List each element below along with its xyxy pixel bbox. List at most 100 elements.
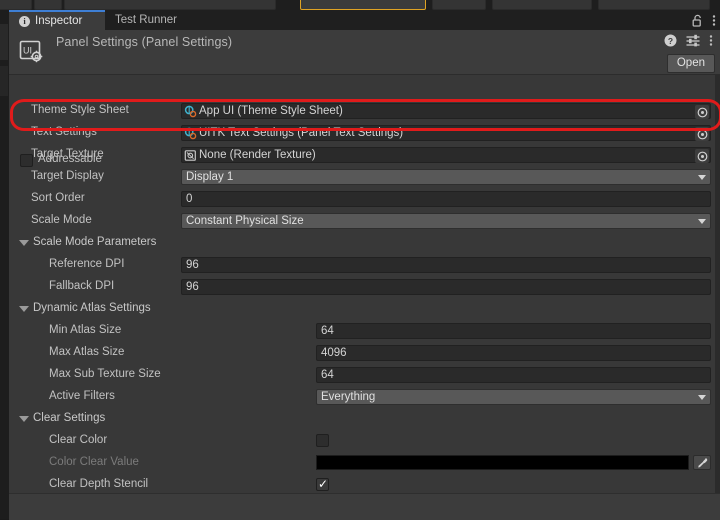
field-label: Theme Style Sheet: [31, 104, 129, 116]
max-atlas-size-input[interactable]: 4096: [316, 345, 711, 361]
unity-inspector-window: i Inspector Test Runner UI Panel Setting…: [0, 0, 720, 520]
field-value: App UI (Theme Style Sheet): [199, 105, 343, 117]
section-header-dynamic-atlas-settings[interactable]: Dynamic Atlas Settings: [9, 301, 715, 319]
field-label: Clear Depth Stencil: [49, 478, 149, 490]
field-row-min-atlas-size: Min Atlas Size 64: [9, 323, 715, 341]
min-atlas-size-input[interactable]: 64: [316, 323, 711, 339]
svg-text:?: ?: [668, 36, 673, 46]
info-icon: i: [19, 15, 30, 27]
field-value: None (Render Texture): [199, 149, 316, 161]
max-sub-texture-size-input[interactable]: 64: [316, 367, 711, 383]
sliver-segment: [0, 0, 32, 10]
active-filters-dropdown[interactable]: Everything: [316, 389, 711, 405]
kebab-menu-icon[interactable]: [709, 34, 713, 47]
inspector-body: Addressable Theme Style Sheet App UI (Th…: [9, 74, 720, 520]
sliver-segment: [492, 0, 592, 10]
tab-test-runner[interactable]: Test Runner: [105, 10, 201, 30]
field-label: Scale Mode: [31, 214, 92, 226]
scrollbar-track[interactable]: [715, 75, 720, 520]
text-settings-object-field[interactable]: UITK Text Settings (Panel Text Settings): [181, 125, 711, 141]
field-label: Max Sub Texture Size: [49, 368, 161, 380]
field-label: Sort Order: [31, 192, 85, 204]
scale-mode-dropdown[interactable]: Constant Physical Size: [181, 213, 711, 229]
tab-inspector-label: Inspector: [35, 15, 83, 27]
sliver-segment: [34, 0, 62, 10]
field-row-target-texture: Target Texture None (Render Texture): [9, 147, 715, 165]
header-actions: ?: [664, 34, 713, 47]
lock-icon[interactable]: [692, 14, 703, 27]
target-display-dropdown[interactable]: Display 1: [181, 169, 711, 185]
object-picker-icon[interactable]: [695, 105, 709, 119]
render-texture-icon: [184, 149, 197, 162]
object-picker-icon[interactable]: [695, 149, 709, 163]
field-row-fallback-dpi: Fallback DPI 96: [9, 279, 715, 297]
fallback-dpi-input[interactable]: 96: [181, 279, 711, 295]
field-value: 64: [321, 369, 334, 381]
field-label: Target Texture: [31, 148, 104, 160]
sliver-segment: [64, 0, 276, 10]
kebab-menu-icon[interactable]: [712, 14, 716, 27]
text-settings-icon: [184, 127, 197, 140]
field-label: Max Atlas Size: [49, 346, 125, 358]
foldout-arrow-icon[interactable]: [19, 306, 29, 312]
field-row-active-filters: Active Filters Everything: [9, 389, 715, 407]
field-label: Target Display: [31, 170, 104, 182]
style-sheet-icon: [184, 105, 197, 118]
svg-text:UI: UI: [23, 46, 32, 56]
field-label: Text Settings: [31, 126, 97, 138]
field-row-color-clear-value: Color Clear Value: [9, 455, 715, 473]
field-value: 4096: [321, 347, 347, 359]
section-header-clear-settings[interactable]: Clear Settings: [9, 411, 715, 429]
field-value: Everything: [321, 391, 376, 403]
asset-header: UI Panel Settings (Panel Settings) ? Ope…: [9, 30, 720, 74]
theme-style-sheet-object-field[interactable]: App UI (Theme Style Sheet): [181, 103, 711, 119]
color-clear-value-swatch[interactable]: [316, 455, 689, 470]
field-row-max-sub-texture-size: Max Sub Texture Size 64: [9, 367, 715, 385]
chevron-down-icon: [698, 175, 706, 180]
field-label: Fallback DPI: [49, 280, 115, 292]
field-value: Constant Physical Size: [186, 215, 304, 227]
object-picker-icon[interactable]: [695, 127, 709, 141]
tab-bar: i Inspector Test Runner: [9, 10, 720, 30]
field-row-reference-dpi: Reference DPI 96: [9, 257, 715, 275]
preset-icon[interactable]: [686, 34, 700, 47]
field-label: Color Clear Value: [49, 456, 139, 468]
sliver-segment-focused: [300, 0, 426, 10]
foldout-arrow-icon[interactable]: [19, 240, 29, 246]
sort-order-input[interactable]: 0: [181, 191, 711, 207]
chevron-down-icon: [698, 395, 706, 400]
section-label: Scale Mode Parameters: [33, 236, 157, 248]
field-row-scale-mode: Scale Mode Constant Physical Size: [9, 213, 715, 231]
field-row-sort-order: Sort Order 0: [9, 191, 715, 209]
tab-test-runner-label: Test Runner: [115, 14, 178, 26]
field-value: UITK Text Settings (Panel Text Settings): [199, 127, 404, 139]
checkmark-icon: ✓: [318, 477, 329, 491]
open-button[interactable]: Open: [666, 54, 715, 73]
help-icon[interactable]: ?: [664, 34, 677, 47]
field-label: Reference DPI: [49, 258, 125, 270]
field-value: 0: [186, 193, 193, 205]
reference-dpi-input[interactable]: 96: [181, 257, 711, 273]
field-value: 96: [186, 259, 199, 271]
window-above-sliver: [0, 0, 720, 10]
eyedropper-icon[interactable]: [693, 455, 711, 470]
left-rail-tab[interactable]: [0, 24, 8, 60]
field-label: Clear Color: [49, 434, 108, 446]
inspector-footer: [9, 493, 720, 520]
section-label: Clear Settings: [33, 412, 106, 424]
section-label: Dynamic Atlas Settings: [33, 302, 151, 314]
asset-title: Panel Settings (Panel Settings): [56, 35, 233, 49]
clear-depth-stencil-checkbox[interactable]: ✓: [316, 478, 329, 491]
field-row-text-settings: Text Settings UITK Text Settings (Panel …: [9, 125, 715, 143]
tab-inspector[interactable]: i Inspector: [9, 10, 105, 30]
sliver-segment: [598, 0, 710, 10]
left-rail-tab-secondary[interactable]: [0, 66, 8, 96]
field-value: 96: [186, 281, 199, 293]
field-value: 64: [321, 325, 334, 337]
clear-color-checkbox[interactable]: [316, 434, 329, 447]
field-row-max-atlas-size: Max Atlas Size 4096: [9, 345, 715, 363]
field-row-clear-color: Clear Color: [9, 433, 715, 451]
target-texture-object-field[interactable]: None (Render Texture): [181, 147, 711, 163]
foldout-arrow-icon[interactable]: [19, 416, 29, 422]
section-header-scale-mode-parameters[interactable]: Scale Mode Parameters: [9, 235, 715, 253]
